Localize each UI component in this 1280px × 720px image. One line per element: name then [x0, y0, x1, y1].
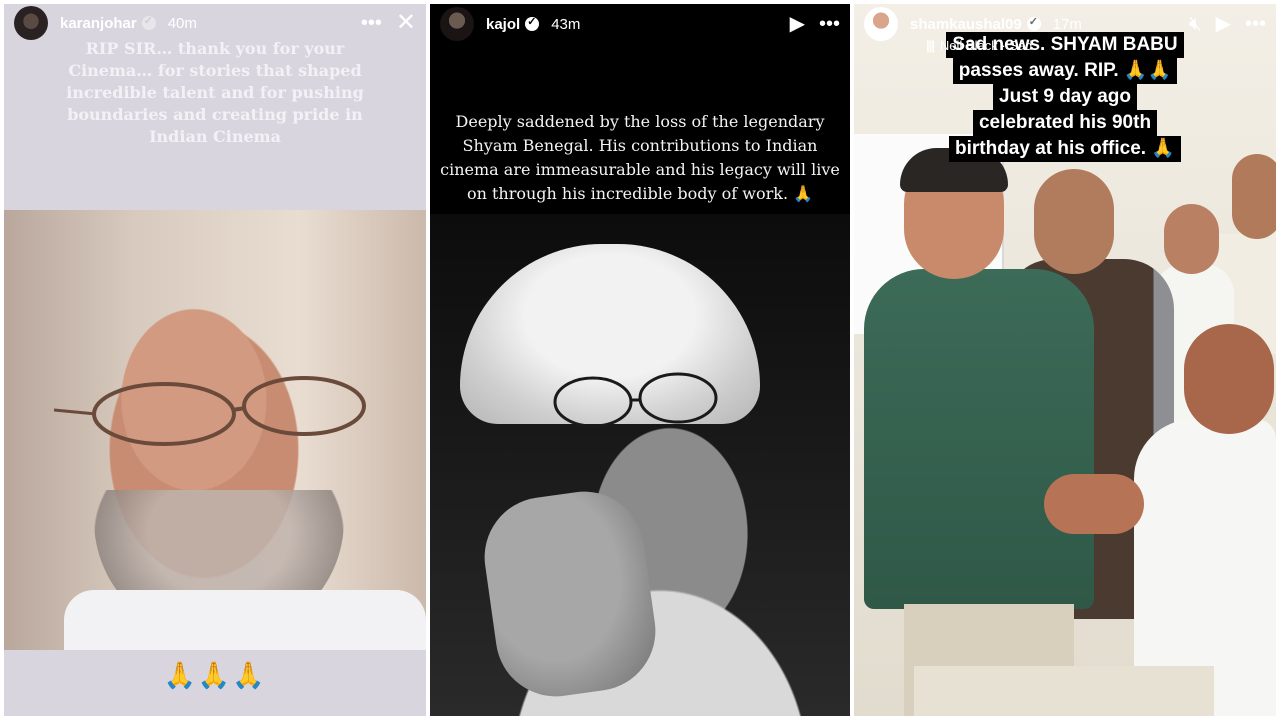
music-title: Neil Black · Sad [939, 38, 1033, 53]
music-label[interactable]: ||| Neil Black · Sad [926, 38, 1032, 53]
story-caption: Deeply saddened by the loss of the legen… [440, 112, 840, 203]
music-bars-icon: ||| [926, 38, 935, 53]
story-shamkaushal09[interactable]: shamkaushal09 17m 🔇︎ ▶ ••• ||| Neil Black… [854, 4, 1276, 716]
story-caption: Sad news. SHYAM BABU passes away. RIP. 🙏… [854, 32, 1276, 162]
glasses-shape [553, 372, 718, 428]
timestamp: 43m [551, 15, 581, 33]
play-icon[interactable]: ▶ [1216, 14, 1231, 34]
more-horizontal-icon[interactable]: ••• [361, 13, 382, 33]
handshake [1044, 474, 1144, 534]
caption-line: celebrated his 90th [972, 110, 1158, 136]
more-horizontal-icon[interactable]: ••• [819, 14, 840, 34]
volume-muted-icon[interactable]: 🔇︎ [1189, 14, 1202, 34]
username[interactable]: karanjohar [60, 15, 137, 32]
timestamp: 17m [1052, 15, 1082, 33]
timestamp: 40m [167, 14, 197, 32]
caption-line: Just 9 day ago [993, 84, 1137, 110]
story-photo [4, 210, 426, 650]
glasses-shape [54, 376, 366, 446]
caption-line: birthday at his office. 🙏 [948, 136, 1182, 162]
avatar[interactable] [440, 7, 474, 41]
more-horizontal-icon[interactable]: ••• [1245, 14, 1266, 34]
shirt [64, 590, 426, 650]
play-icon[interactable]: ▶ [790, 14, 805, 34]
story-kajol[interactable]: kajol 43m ▶ ••• Deeply saddened by the l… [430, 4, 850, 716]
story-karanjohar[interactable]: karanjohar 40m ••• ✕ RIP SIR… thank you … [4, 4, 426, 716]
username[interactable]: shamkaushal09 [910, 16, 1022, 33]
person-seated [1124, 324, 1276, 716]
hand [476, 483, 664, 705]
close-icon[interactable]: ✕ [396, 11, 416, 35]
verified-badge-icon [1026, 15, 1041, 31]
verified-badge-icon [141, 14, 156, 30]
username[interactable]: kajol [486, 16, 520, 33]
avatar[interactable] [14, 6, 48, 40]
story-caption: RIP SIR… thank you for your Cinema… for … [66, 39, 364, 146]
story-header: karanjohar 40m ••• ✕ [4, 4, 426, 42]
emoji-footer: 🙏🙏🙏 [163, 660, 267, 690]
person-green-shirt [864, 148, 1094, 716]
story-photo [430, 214, 850, 716]
verified-badge-icon [525, 15, 540, 31]
table [914, 666, 1214, 716]
caption-line: passes away. RIP. 🙏🙏 [952, 58, 1178, 84]
story-header: kajol 43m ▶ ••• [430, 4, 850, 44]
